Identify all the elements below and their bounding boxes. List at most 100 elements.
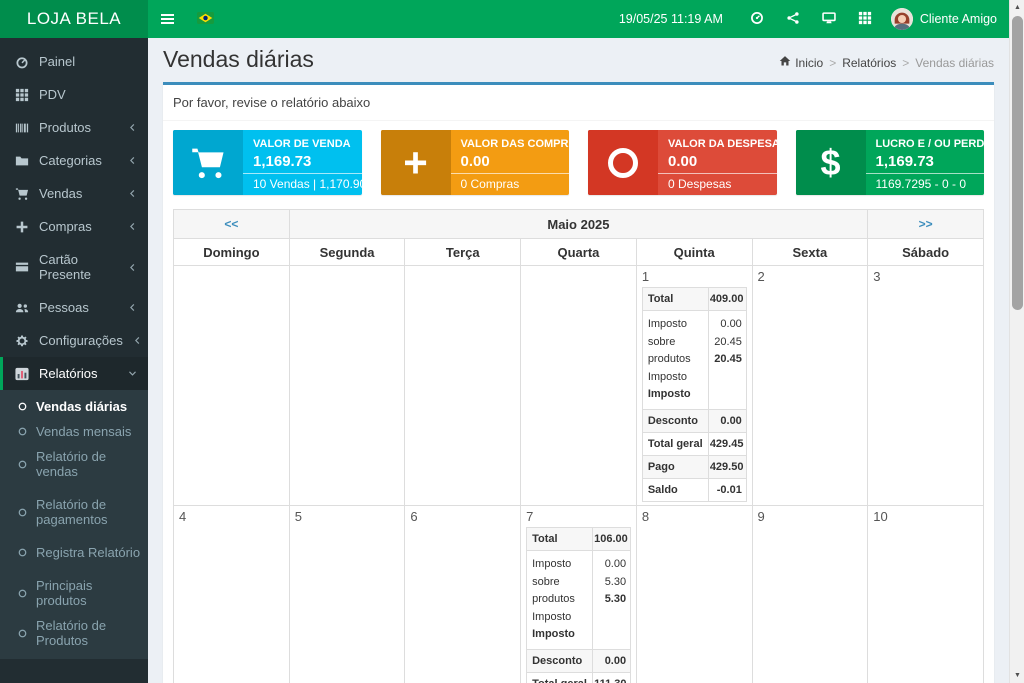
calendar-day-cell-2: 2 — [752, 266, 868, 506]
card-footer: 1169.7295 - 0 - 0 — [866, 173, 985, 195]
share-nav-button[interactable] — [775, 0, 811, 38]
day-number: 3 — [873, 269, 978, 284]
submenu-item-relatorio-de-pagamentos[interactable]: Relatório de pagamentos — [0, 492, 148, 532]
user-avatar — [891, 8, 913, 30]
report-note: Por favor, revise o relatório abaixo — [163, 85, 994, 121]
sidebar-item-categorias[interactable]: Categorias — [0, 144, 148, 177]
summary-card-valor-da-despesa: VALOR DA DESPESA 0.00 0 Despesas — [588, 130, 777, 195]
report-row-desconto: Desconto 0.00 — [643, 410, 746, 433]
card-footer: 0 Despesas — [658, 173, 777, 195]
weekday-segunda: Segunda — [289, 239, 405, 266]
sidebar-menu: PainelPDV Produtos Categorias Vendas Compras… — [0, 45, 148, 659]
brazil-flag-icon — [197, 12, 214, 27]
sidebar-item-label: Categorias — [39, 153, 102, 168]
card-footer: 10 Vendas | 1,170.90 Recebido... — [243, 173, 362, 195]
calendar-day-cell-8: 8 — [636, 505, 752, 683]
sidebar-item-label: Vendas — [39, 186, 82, 201]
report-row-total: Total 106.00 — [527, 528, 630, 551]
credit-card-icon — [14, 260, 30, 274]
scrollbar-up-arrow[interactable]: ▲ — [1010, 0, 1024, 15]
top-navbar: 19/05/25 11:19 AM Cliente Amigo — [148, 0, 1009, 38]
breadcrumb-relatorios-link[interactable]: Relatórios — [842, 56, 896, 70]
submenu-item-label: Relatório de vendas — [36, 449, 144, 479]
share-icon — [786, 11, 800, 28]
submenu-item-principais-produtos[interactable]: Principais produtos — [0, 573, 148, 613]
submenu-item-vendas-mensais[interactable]: Vendas mensais — [0, 419, 148, 444]
breadcrumb: Inicio > Relatórios > Vendas diárias — [779, 55, 994, 70]
sidebar-item-produtos[interactable]: Produtos — [0, 111, 148, 144]
sidebar-item-label: Produtos — [39, 120, 91, 135]
calendar-day-cell-1: 1 Total 409.00 Imposto sobreprodutosImpo… — [636, 266, 752, 506]
weekday-sexta: Sexta — [752, 239, 868, 266]
grid-nav-button[interactable] — [847, 0, 883, 38]
users-icon — [14, 301, 30, 315]
app-viewport: LOJA BELA 19/05/25 11:19 AM — [0, 0, 1024, 683]
weekday-quarta: Quarta — [521, 239, 637, 266]
report-row-desconto: Desconto 0.00 — [527, 650, 630, 673]
sidebar-item-pdv[interactable]: PDV — [0, 78, 148, 111]
submenu-item-relatorio-de-produtos[interactable]: Relatório de Produtos — [0, 613, 148, 653]
calendar-day-cell-4: 4 — [174, 505, 290, 683]
submenu-item-relatorio-de-vendas[interactable]: Relatório de vendas — [0, 444, 148, 484]
submenu-item-label: Principais produtos — [36, 578, 144, 608]
home-icon — [779, 55, 791, 70]
user-menu[interactable]: Cliente Amigo — [883, 0, 1009, 38]
chevron-left-icon — [127, 262, 138, 273]
dashboard-nav-button[interactable] — [739, 0, 775, 38]
circle-o-icon — [17, 547, 28, 558]
calendar-day-cell-5: 5 — [289, 505, 405, 683]
calendar-next-button[interactable]: >> — [868, 210, 984, 239]
sidebar-item-label: Pessoas — [39, 300, 89, 315]
main-header: LOJA BELA 19/05/25 11:19 AM — [0, 0, 1009, 38]
sidebar-item-vendas[interactable]: Vendas — [0, 177, 148, 210]
submenu-item-vendas-diarias[interactable]: Vendas diárias — [0, 394, 148, 419]
calendar-day-cell-10: 10 — [868, 505, 984, 683]
sidebar-item-relatorios[interactable]: Relatórios — [0, 357, 148, 390]
grid-icon — [858, 11, 872, 28]
card-title: VALOR DAS COMPRAS — [461, 138, 560, 150]
sidebar-item-compras[interactable]: Compras — [0, 210, 148, 243]
calendar-day-cell — [521, 266, 637, 506]
calendar-day-cell — [174, 266, 290, 506]
card-footer: 0 Compras — [451, 173, 570, 195]
scrollbar-down-arrow[interactable]: ▼ — [1010, 668, 1024, 683]
report-row-total: Total 409.00 — [643, 288, 746, 311]
card-title: LUCRO E / OU PERDA — [876, 138, 975, 150]
sidebar-item-pessoas[interactable]: Pessoas — [0, 291, 148, 324]
day-report-table: Total 106.00 Imposto sobreprodutosImpost… — [526, 527, 631, 683]
monitor-nav-button[interactable] — [811, 0, 847, 38]
card-title: VALOR DE VENDA — [253, 138, 352, 150]
chevron-left-icon — [127, 302, 138, 313]
day-number: 6 — [410, 509, 515, 524]
sidebar-item-cartao-presente[interactable]: Cartão Presente — [0, 243, 148, 291]
calendar-prev-button[interactable]: << — [174, 210, 290, 239]
day-report-table: Total 409.00 Imposto sobreprodutosImpost… — [642, 287, 747, 502]
grid-icon — [14, 88, 30, 102]
valor-das-compras-icon: + — [381, 130, 451, 195]
user-name: Cliente Amigo — [920, 12, 997, 26]
calendar-day-cell-3: 3 — [868, 266, 984, 506]
day-number: 10 — [873, 509, 978, 524]
scrollbar-thumb[interactable] — [1012, 16, 1023, 310]
language-flag-button[interactable] — [187, 12, 224, 27]
breadcrumb-home-link[interactable]: Inicio — [779, 55, 823, 70]
sidebar-item-configuracoes[interactable]: Configurações — [0, 324, 148, 357]
plus-icon — [14, 220, 30, 234]
sidebar-toggle-button[interactable] — [148, 0, 187, 38]
circle-o-icon — [17, 401, 28, 412]
submenu-item-label: Registra Relatório — [36, 545, 140, 560]
submenu-item-label: Vendas diárias — [36, 399, 127, 414]
submenu-item-registra-relatorio[interactable]: Registra Relatório — [0, 540, 148, 565]
circle-o-icon — [17, 628, 28, 639]
report-row-total-geral: Total geral 111.30 — [527, 673, 630, 683]
vertical-scrollbar[interactable]: ▲ ▼ — [1009, 0, 1024, 683]
circle-o-icon — [17, 588, 28, 599]
app-logo[interactable]: LOJA BELA — [0, 0, 148, 38]
card-value: 0.00 — [461, 153, 560, 170]
cogs-icon — [14, 334, 30, 348]
day-number: 8 — [642, 509, 747, 524]
sidebar-item-label: Compras — [39, 219, 92, 234]
calendar-day-cell-9: 9 — [752, 505, 868, 683]
sidebar-item-painel[interactable]: Painel — [0, 45, 148, 78]
sidebar: PainelPDV Produtos Categorias Vendas Compras… — [0, 38, 148, 683]
